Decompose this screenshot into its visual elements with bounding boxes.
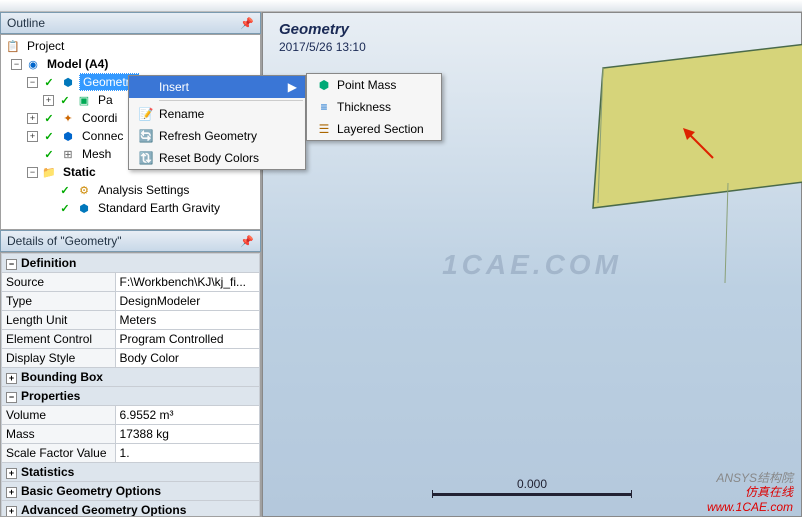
refresh-icon: 🔄 xyxy=(133,129,159,143)
coord-icon: ✦ xyxy=(60,110,76,126)
context-menu[interactable]: Insert ▶ 📝 Rename 🔄 Refresh Geometry 🔃 R… xyxy=(128,75,306,170)
menu-layered-section[interactable]: ☰ Layered Section xyxy=(307,118,441,140)
pin-icon[interactable]: 📌 xyxy=(240,235,254,248)
tree-project[interactable]: 📋 Project xyxy=(1,37,260,55)
details-header: Details of "Geometry" 📌 xyxy=(0,230,261,252)
check-icon: ✓ xyxy=(41,110,57,126)
details-title: Details of "Geometry" xyxy=(7,234,122,248)
scale-ruler: 0.000 xyxy=(432,477,632,498)
check-icon: ✓ xyxy=(57,92,73,108)
mesh-icon: ⊞ xyxy=(60,146,76,162)
layered-icon: ☰ xyxy=(311,122,337,136)
red-arrow-annotation xyxy=(683,128,723,168)
viewport-date: 2017/5/26 13:10 xyxy=(279,40,366,54)
outline-title: Outline xyxy=(7,16,45,30)
connect-icon: ⬢ xyxy=(60,128,76,144)
thickness-icon: ≡ xyxy=(311,100,337,114)
row-display[interactable]: Display StyleBody Color xyxy=(2,349,260,368)
geometry-icon: ⬢ xyxy=(60,74,76,90)
group-bounding[interactable]: +Bounding Box xyxy=(2,368,260,387)
menu-reset-body-colors[interactable]: 🔃 Reset Body Colors xyxy=(129,147,305,169)
watermark: 1CAE.COM xyxy=(442,249,622,281)
rename-icon: 📝 xyxy=(133,107,159,121)
point-mass-icon: ⬢ xyxy=(311,78,337,92)
check-icon: ✓ xyxy=(41,74,57,90)
check-icon: ✓ xyxy=(41,146,57,162)
row-volume[interactable]: Volume6.9552 m³ xyxy=(2,406,260,425)
footer-watermark: ANSYS结构院 仿真在线 www.1CAE.com xyxy=(707,471,793,514)
expand-icon[interactable]: + xyxy=(43,95,54,106)
expand-icon[interactable]: − xyxy=(11,59,22,70)
outline-header: Outline 📌 xyxy=(0,12,261,34)
menu-point-mass[interactable]: ⬢ Point Mass xyxy=(307,74,441,96)
expand-icon[interactable]: − xyxy=(27,77,38,88)
group-adv-geom[interactable]: +Advanced Geometry Options xyxy=(2,501,260,517)
check-icon: ✓ xyxy=(57,200,73,216)
submenu-arrow-icon: ▶ xyxy=(288,80,301,94)
model-icon: ◉ xyxy=(25,56,41,72)
group-properties[interactable]: −Properties xyxy=(2,387,260,406)
static-icon: 📁 xyxy=(41,164,57,180)
menu-insert[interactable]: Insert ▶ xyxy=(129,76,305,98)
project-icon: 📋 xyxy=(5,38,21,54)
row-mass[interactable]: Mass17388 kg xyxy=(2,425,260,444)
part-icon: ▣ xyxy=(76,92,92,108)
tree-analysis-settings[interactable]: ✓ ⚙ Analysis Settings xyxy=(1,181,260,199)
row-element[interactable]: Element ControlProgram Controlled xyxy=(2,330,260,349)
details-grid[interactable]: −Definition SourceF:\Workbench\KJ\kj_fi.… xyxy=(0,252,261,517)
row-length[interactable]: Length UnitMeters xyxy=(2,311,260,330)
group-statistics[interactable]: +Statistics xyxy=(2,463,260,482)
expand-icon[interactable]: + xyxy=(27,113,38,124)
row-type[interactable]: TypeDesignModeler xyxy=(2,292,260,311)
expand-icon[interactable]: + xyxy=(27,131,38,142)
group-definition[interactable]: −Definition xyxy=(2,254,260,273)
pin-icon[interactable]: 📌 xyxy=(240,17,254,30)
check-icon: ✓ xyxy=(41,128,57,144)
tree-gravity[interactable]: ✓ ⬢ Standard Earth Gravity xyxy=(1,199,260,217)
menu-rename[interactable]: 📝 Rename xyxy=(129,103,305,125)
check-icon: ✓ xyxy=(57,182,73,198)
menu-thickness[interactable]: ≡ Thickness xyxy=(307,96,441,118)
group-basic-geom[interactable]: +Basic Geometry Options xyxy=(2,482,260,501)
context-submenu[interactable]: ⬢ Point Mass ≡ Thickness ☰ Layered Secti… xyxy=(306,73,442,141)
expand-icon[interactable]: − xyxy=(27,167,38,178)
menu-refresh-geometry[interactable]: 🔄 Refresh Geometry xyxy=(129,125,305,147)
gravity-icon: ⬢ xyxy=(76,200,92,216)
reset-icon: 🔃 xyxy=(133,151,159,165)
row-scale[interactable]: Scale Factor Value1. xyxy=(2,444,260,463)
row-source[interactable]: SourceF:\Workbench\KJ\kj_fi... xyxy=(2,273,260,292)
tree-model[interactable]: − ◉ Model (A4) xyxy=(1,55,260,73)
settings-icon: ⚙ xyxy=(76,182,92,198)
viewport-title: Geometry xyxy=(279,21,349,38)
